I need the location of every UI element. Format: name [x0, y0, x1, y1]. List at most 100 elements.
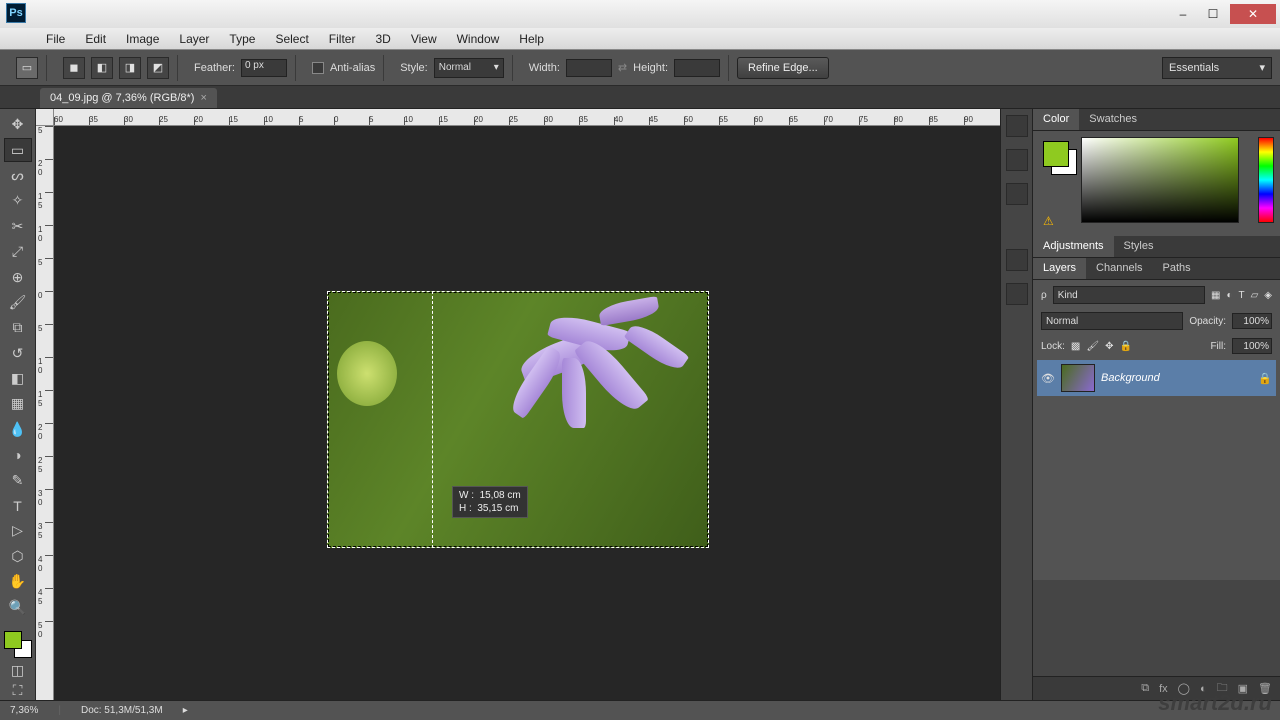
eraser-tool[interactable]: ◧	[4, 367, 32, 390]
history-panel-icon[interactable]	[1006, 115, 1028, 137]
marquee-tool-icon[interactable]: ▭	[16, 57, 38, 79]
swap-wh-icon[interactable]: ⇄	[618, 61, 627, 74]
menu-edit[interactable]: Edit	[75, 29, 116, 49]
canvas-area[interactable]: 6035302520151050510152025303540455055606…	[36, 109, 1000, 700]
close-tab-icon[interactable]: ×	[200, 92, 206, 104]
filter-shape-icon[interactable]: ▱	[1251, 290, 1259, 301]
menu-file[interactable]: File	[36, 29, 75, 49]
pen-tool[interactable]: ✎	[4, 468, 32, 491]
opacity-input[interactable]	[1232, 313, 1272, 329]
zoom-tool[interactable]: 🔍	[4, 595, 32, 618]
filter-adj-icon[interactable]: ◐	[1226, 290, 1232, 301]
brush-tool[interactable]: 🖌	[4, 291, 32, 314]
screenmode-toggle[interactable]: ⛶	[4, 682, 32, 700]
menu-view[interactable]: View	[401, 29, 447, 49]
antialias-checkbox[interactable]	[312, 62, 324, 74]
options-bar: ▭ ◼ ◧ ◨ ◩ Feather: 0 px Anti-alias Style…	[0, 50, 1280, 86]
lock-position-icon[interactable]: ✥	[1105, 341, 1113, 352]
filter-kind-select[interactable]: Kind	[1053, 286, 1205, 304]
properties-panel-icon[interactable]	[1006, 149, 1028, 171]
foreground-color[interactable]	[4, 631, 22, 649]
selection-add-icon[interactable]: ◧	[91, 57, 113, 79]
color-swatches[interactable]	[2, 629, 34, 660]
healing-brush-tool[interactable]: ⊕	[4, 265, 32, 288]
close-button[interactable]: ✕	[1230, 4, 1276, 24]
layer-lock-icon[interactable]: 🔒	[1258, 372, 1272, 385]
character-panel-icon[interactable]	[1006, 249, 1028, 271]
selection-new-icon[interactable]: ◼	[63, 57, 85, 79]
style-label: Style:	[400, 62, 428, 74]
tab-styles[interactable]: Styles	[1114, 236, 1164, 257]
status-arrow-icon[interactable]: ▸	[183, 705, 188, 716]
magic-wand-tool[interactable]: ✧	[4, 189, 32, 212]
move-tool[interactable]: ✥	[4, 113, 32, 136]
menu-help[interactable]: Help	[509, 29, 554, 49]
document-tab[interactable]: 04_09.jpg @ 7,36% (RGB/8*) ×	[40, 88, 217, 108]
height-input[interactable]	[674, 59, 720, 77]
doc-size-display[interactable]: Doc: 51,3M/51,3M	[81, 705, 163, 716]
height-label: Height:	[633, 62, 668, 74]
layer-visibility-icon[interactable]: 👁	[1041, 372, 1055, 385]
menu-window[interactable]: Window	[447, 29, 510, 49]
tab-adjustments[interactable]: Adjustments	[1033, 236, 1114, 257]
blur-tool[interactable]: 💧	[4, 418, 32, 441]
ruler-corner	[36, 109, 54, 126]
selection-intersect-icon[interactable]: ◩	[147, 57, 169, 79]
clone-stamp-tool[interactable]: ⧉	[4, 316, 32, 339]
menu-image[interactable]: Image	[116, 29, 169, 49]
type-tool[interactable]: T	[4, 494, 32, 517]
marquee-tool[interactable]: ▭	[4, 138, 32, 161]
transform-tooltip: W : 15,08 cm H : 35,15 cm	[452, 486, 528, 518]
link-layers-icon[interactable]: ⧉	[1141, 682, 1149, 695]
history-brush-tool[interactable]: ↺	[4, 342, 32, 365]
layer-thumbnail[interactable]	[1061, 364, 1095, 392]
tab-swatches[interactable]: Swatches	[1079, 109, 1147, 130]
dodge-tool[interactable]: ◑	[4, 443, 32, 466]
selection-subtract-icon[interactable]: ◨	[119, 57, 141, 79]
gradient-tool[interactable]: ▦	[4, 392, 32, 415]
hue-slider[interactable]	[1258, 137, 1274, 223]
filter-type-icon[interactable]: T	[1238, 290, 1244, 301]
color-field[interactable]	[1081, 137, 1239, 223]
gamut-warning-icon[interactable]: ⚠	[1043, 214, 1057, 228]
menu-type[interactable]: Type	[219, 29, 265, 49]
quickmask-toggle[interactable]: ◫	[4, 662, 32, 680]
layer-row-background[interactable]: 👁 Background 🔒	[1037, 360, 1276, 396]
crop-tool[interactable]: ✂	[4, 215, 32, 238]
brushes-panel-icon[interactable]	[1006, 183, 1028, 205]
paragraph-panel-icon[interactable]	[1006, 283, 1028, 305]
canvas[interactable]: W : 15,08 cm H : 35,15 cm	[54, 126, 1000, 700]
tab-channels[interactable]: Channels	[1086, 258, 1152, 279]
menu-3d[interactable]: 3D	[365, 29, 400, 49]
path-select-tool[interactable]: ▷	[4, 519, 32, 542]
panels-column: Color Swatches ⚠ Adjustments Styles Laye…	[1032, 109, 1280, 700]
lock-all-icon[interactable]: 🔒	[1119, 341, 1131, 352]
shape-tool[interactable]: ⬡	[4, 545, 32, 568]
panel-fg-swatch[interactable]	[1043, 141, 1069, 167]
document-image[interactable]: W : 15,08 cm H : 35,15 cm	[327, 291, 709, 548]
minimize-button[interactable]: –	[1170, 4, 1196, 24]
tab-paths[interactable]: Paths	[1153, 258, 1201, 279]
maximize-button[interactable]: ☐	[1200, 4, 1226, 24]
style-select[interactable]: Normal▾	[434, 58, 504, 78]
tab-layers[interactable]: Layers	[1033, 258, 1086, 279]
refine-edge-button[interactable]: Refine Edge...	[737, 57, 829, 79]
workspace-select[interactable]: Essentials▾	[1162, 57, 1272, 79]
blend-mode-select[interactable]: Normal	[1041, 312, 1183, 330]
toolbox: ✥ ▭ ᔕ ✧ ✂ ⤢ ⊕ 🖌 ⧉ ↺ ◧ ▦ 💧 ◑ ✎ T ▷ ⬡ ✋ 🔍 …	[0, 109, 36, 700]
width-input[interactable]	[566, 59, 612, 77]
filter-smart-icon[interactable]: ◈	[1264, 290, 1272, 301]
feather-input[interactable]: 0 px	[241, 59, 287, 77]
hand-tool[interactable]: ✋	[4, 570, 32, 593]
menu-layer[interactable]: Layer	[169, 29, 219, 49]
lock-pixels-icon[interactable]: 🖌	[1086, 341, 1099, 352]
zoom-display[interactable]: 7,36%	[10, 705, 38, 716]
menu-select[interactable]: Select	[265, 29, 318, 49]
eyedropper-tool[interactable]: ⤢	[4, 240, 32, 263]
menu-filter[interactable]: Filter	[319, 29, 366, 49]
lock-transparency-icon[interactable]: ▩	[1071, 341, 1080, 352]
filter-pixel-icon[interactable]: ▦	[1211, 290, 1220, 301]
fill-input[interactable]	[1232, 338, 1272, 354]
tab-color[interactable]: Color	[1033, 109, 1079, 130]
lasso-tool[interactable]: ᔕ	[4, 164, 32, 187]
